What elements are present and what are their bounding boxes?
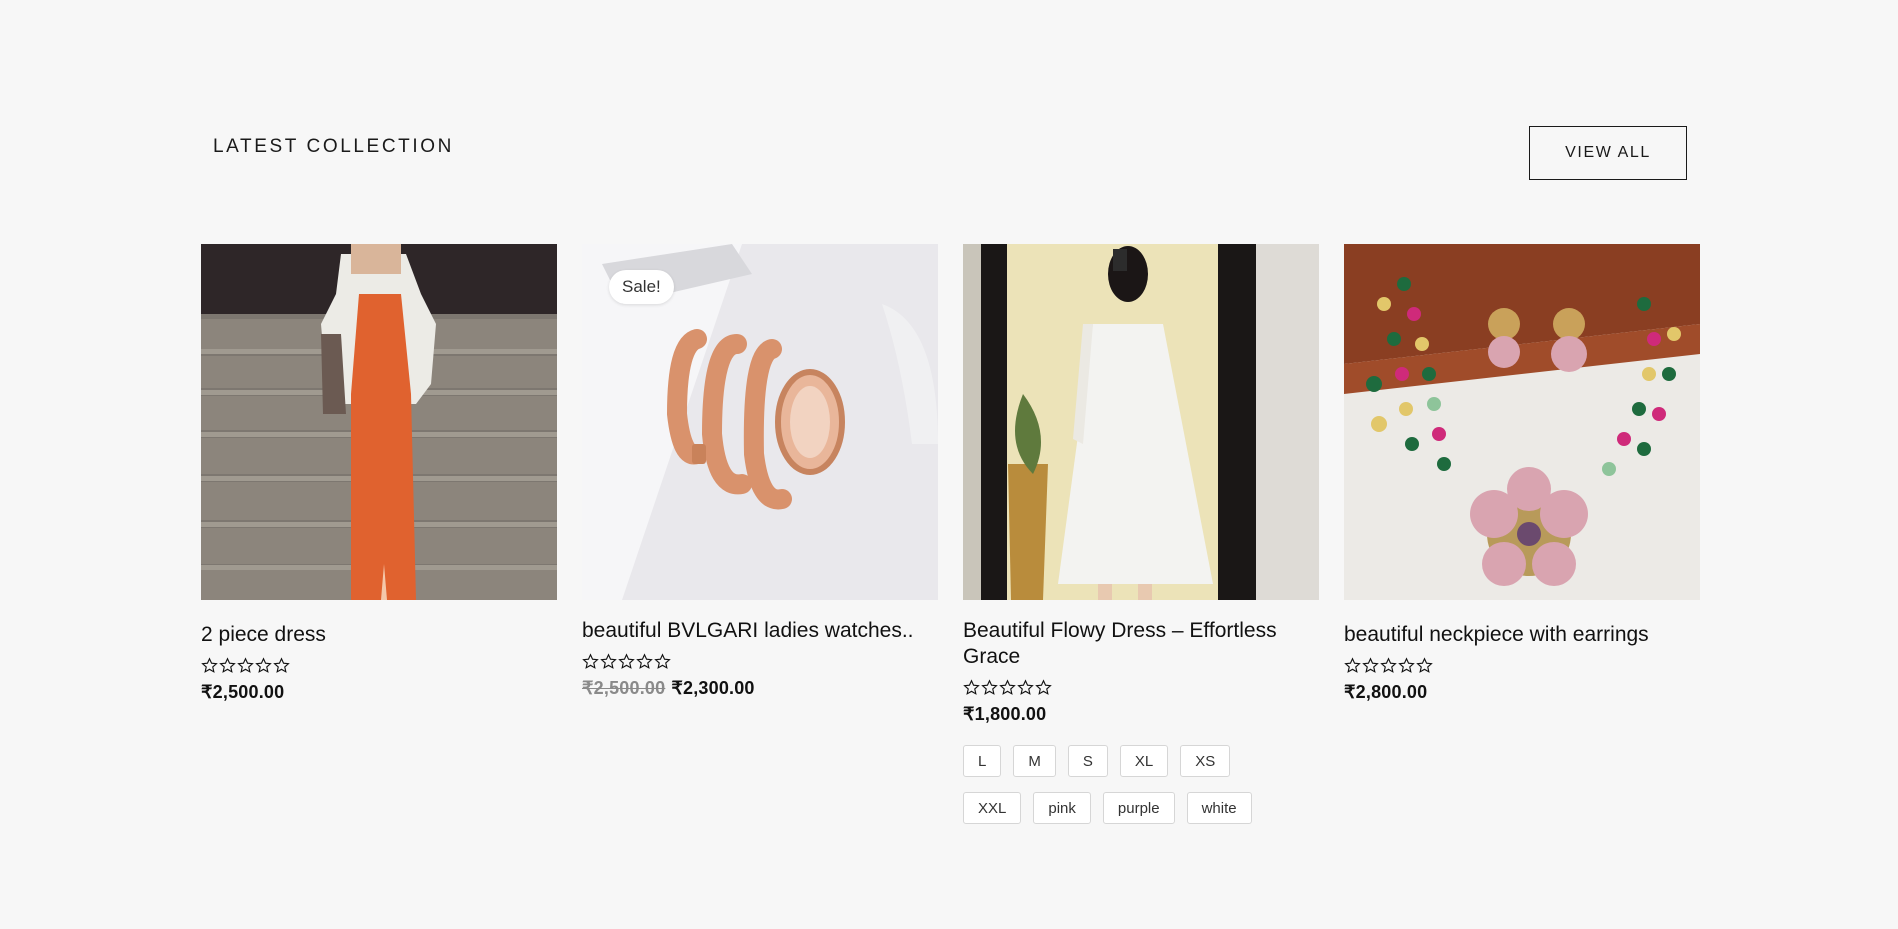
product-card: Beautiful Flowy Dress – Effortless Grace… bbox=[963, 244, 1319, 824]
star-outline-icon bbox=[1398, 657, 1415, 673]
product-image[interactable] bbox=[201, 244, 557, 600]
star-outline-icon bbox=[201, 657, 218, 673]
star-outline-icon bbox=[1035, 679, 1052, 695]
product-image[interactable] bbox=[963, 244, 1319, 600]
color-swatch-white[interactable]: white bbox=[1186, 792, 1252, 824]
product-price: ₹2,500.00 ₹2,300.00 bbox=[582, 678, 938, 699]
star-outline-icon bbox=[237, 657, 254, 673]
star-outline-icon bbox=[654, 653, 671, 669]
view-all-button[interactable]: VIEW ALL bbox=[1529, 126, 1687, 180]
size-swatch-xl[interactable]: XL bbox=[1119, 745, 1169, 777]
star-outline-icon bbox=[1416, 657, 1433, 673]
necklace-photo bbox=[1344, 244, 1700, 600]
product-image[interactable] bbox=[1344, 244, 1700, 600]
rating-stars bbox=[201, 657, 557, 677]
latest-collection-page: LATEST COLLECTION VIEW ALL 2 piece dress… bbox=[0, 0, 1898, 929]
sale-price: ₹2,300.00 bbox=[671, 678, 755, 698]
star-outline-icon bbox=[273, 657, 290, 673]
star-outline-icon bbox=[636, 653, 653, 669]
rating-stars bbox=[963, 679, 1319, 699]
original-price: ₹2,500.00 bbox=[582, 678, 666, 698]
orange-dress-photo bbox=[201, 244, 557, 600]
star-outline-icon bbox=[1017, 679, 1034, 695]
star-outline-icon bbox=[255, 657, 272, 673]
product-image[interactable]: Sale! bbox=[582, 244, 938, 600]
product-title[interactable]: Beautiful Flowy Dress – Effortless Grace bbox=[963, 618, 1319, 670]
product-card: Sale! beautiful BVLGARI ladies watches..… bbox=[582, 244, 938, 699]
star-outline-icon bbox=[600, 653, 617, 669]
product-card: 2 piece dress ₹2,500.00 bbox=[201, 244, 557, 703]
size-swatch-xs[interactable]: XS bbox=[1180, 745, 1231, 777]
star-outline-icon bbox=[219, 657, 236, 673]
size-swatch-s[interactable]: S bbox=[1067, 745, 1108, 777]
star-outline-icon bbox=[963, 679, 980, 695]
rating-stars bbox=[1344, 657, 1700, 677]
current-price: ₹2,500.00 bbox=[201, 682, 285, 702]
section-title: LATEST COLLECTION bbox=[213, 136, 454, 157]
color-swatch-pink[interactable]: pink bbox=[1033, 792, 1091, 824]
white-dress-photo bbox=[963, 244, 1319, 600]
current-price: ₹1,800.00 bbox=[963, 704, 1047, 724]
star-outline-icon bbox=[1380, 657, 1397, 673]
product-title[interactable]: 2 piece dress bbox=[201, 622, 557, 648]
product-card: beautiful neckpiece with earrings ₹2,800… bbox=[1344, 244, 1700, 703]
color-swatch-purple[interactable]: purple bbox=[1102, 792, 1175, 824]
star-outline-icon bbox=[1362, 657, 1379, 673]
product-title[interactable]: beautiful BVLGARI ladies watches.. bbox=[582, 618, 938, 644]
sale-badge: Sale! bbox=[609, 270, 674, 304]
star-outline-icon bbox=[999, 679, 1016, 695]
product-price: ₹1,800.00 bbox=[963, 704, 1319, 725]
star-outline-icon bbox=[1344, 657, 1361, 673]
star-outline-icon bbox=[582, 653, 599, 669]
star-outline-icon bbox=[981, 679, 998, 695]
product-price: ₹2,500.00 bbox=[201, 682, 557, 703]
current-price: ₹2,800.00 bbox=[1344, 682, 1428, 702]
product-title[interactable]: beautiful neckpiece with earrings bbox=[1344, 622, 1700, 648]
product-price: ₹2,800.00 bbox=[1344, 682, 1700, 703]
size-swatch-xxl[interactable]: XXL bbox=[963, 792, 1022, 824]
rating-stars bbox=[582, 653, 938, 673]
star-outline-icon bbox=[618, 653, 635, 669]
size-swatch-l[interactable]: L bbox=[963, 745, 1002, 777]
size-swatch-m[interactable]: M bbox=[1013, 745, 1056, 777]
variation-swatches: L M S XL XS XXL pink purple white bbox=[963, 745, 1293, 824]
